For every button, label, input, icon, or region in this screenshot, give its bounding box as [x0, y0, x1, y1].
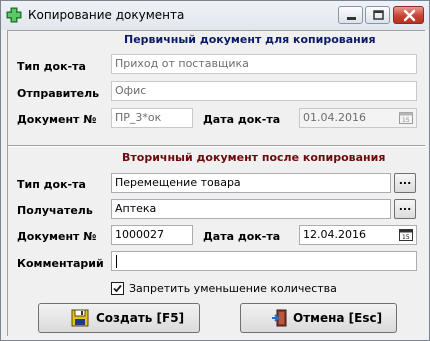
green-plus-icon [6, 7, 22, 23]
checkmark-icon [113, 284, 122, 293]
title-bar[interactable]: Копирование документа [1, 1, 429, 30]
primary-section-heading: Первичный документ для копирования [124, 33, 376, 46]
primary-doc-type-label: Тип док-та [17, 60, 86, 73]
recipient-browse-button[interactable]: ... [394, 199, 416, 219]
primary-doc-number-label: Документ № [17, 113, 97, 126]
svg-text:15: 15 [402, 234, 410, 241]
close-icon [403, 9, 416, 22]
copy-document-window: Копирование документа Первичный документ… [0, 0, 430, 341]
exit-door-icon [272, 309, 287, 327]
secondary-doc-type-label: Тип док-та [17, 178, 86, 191]
secondary-doc-number-field[interactable]: 1000027 [111, 225, 193, 245]
secondary-section-heading: Вторичный документ после копирования [122, 151, 386, 164]
primary-doc-date-field: 01.04.2016 15 [299, 108, 417, 128]
primary-doc-date-label: Дата док-та [203, 113, 281, 126]
sender-field: Офис [111, 81, 417, 101]
recipient-field[interactable]: Аптека [111, 199, 391, 219]
maximize-button[interactable] [365, 6, 390, 24]
create-button[interactable]: Создать [F5] [38, 303, 200, 333]
section-divider [8, 145, 425, 147]
secondary-doc-number-label: Документ № [17, 230, 97, 243]
cancel-button[interactable]: Отмена [Esc] [240, 303, 397, 333]
svg-text:15: 15 [402, 117, 410, 124]
secondary-doc-date-value: 12.04.2016 [303, 228, 366, 241]
close-button[interactable] [393, 6, 424, 24]
primary-doc-date-value: 01.04.2016 [303, 111, 366, 124]
primary-doc-number-field: ПР_3*ок [111, 108, 193, 128]
text-cursor [116, 254, 117, 268]
calendar-icon: 15 [399, 112, 413, 124]
secondary-doc-date-label: Дата док-та [203, 230, 281, 243]
comment-label: Комментарий [17, 257, 104, 270]
maximize-icon [373, 10, 384, 20]
doc-type-browse-button[interactable]: ... [394, 173, 416, 193]
dialog-body: Первичный документ для копирования Тип д… [7, 30, 425, 336]
primary-doc-type-field: Приход от поставщика [111, 54, 417, 74]
secondary-doc-date-field[interactable]: 12.04.2016 15 [299, 225, 417, 245]
forbid-decrease-label[interactable]: Запретить уменьшение количества [129, 282, 337, 295]
recipient-label: Получатель [17, 204, 93, 217]
window-title: Копирование документа [28, 8, 185, 22]
floppy-disk-icon [71, 309, 89, 327]
secondary-doc-type-field[interactable]: Перемещение товара [111, 173, 391, 193]
calendar-picker-icon[interactable]: 15 [399, 229, 413, 241]
forbid-decrease-checkbox[interactable] [111, 282, 124, 295]
comment-field[interactable] [111, 251, 417, 271]
create-button-label: Создать [F5] [96, 311, 185, 325]
minimize-button[interactable] [338, 6, 363, 24]
sender-label: Отправитель [17, 87, 100, 100]
cancel-button-label: Отмена [Esc] [293, 311, 383, 325]
minimize-icon [347, 17, 356, 20]
